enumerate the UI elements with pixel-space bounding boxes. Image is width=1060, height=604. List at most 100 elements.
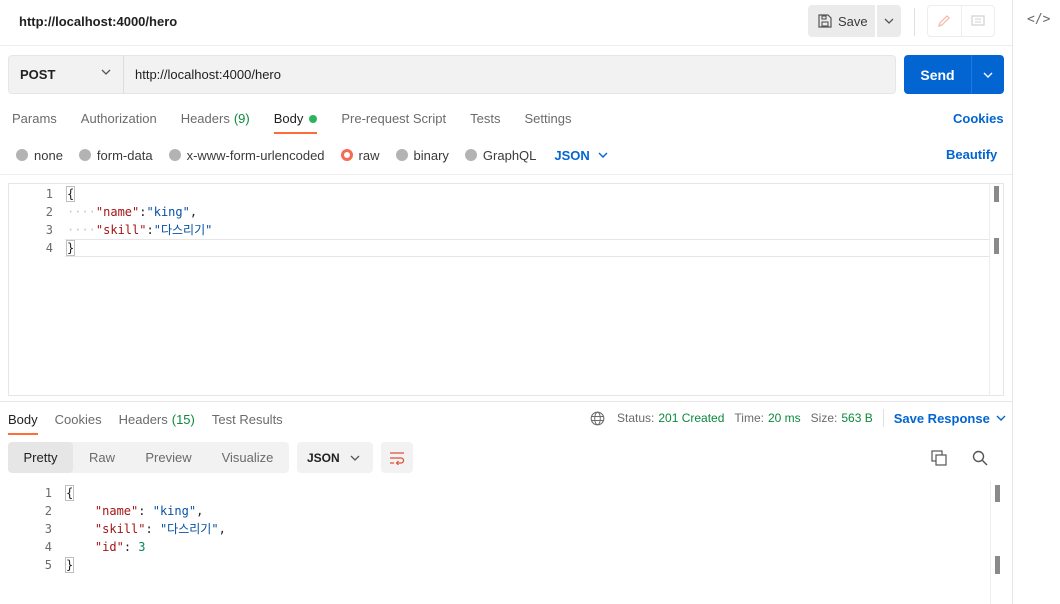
code-line: 1 { (9, 185, 1003, 203)
tab-label: Body (273, 111, 304, 126)
editor-scrollbar[interactable] (989, 184, 1003, 395)
json-value: "다스리기" (153, 223, 213, 237)
tab-headers[interactable]: Headers (9) (181, 108, 250, 134)
response-format-select[interactable]: JSON (297, 442, 373, 473)
scrollbar-thumb[interactable] (994, 186, 999, 202)
cookies-link[interactable]: Cookies (953, 111, 1004, 126)
response-tab-headers[interactable]: Headers (15) (119, 409, 195, 435)
response-scrollbar[interactable] (990, 481, 1004, 604)
radio-button-selected[interactable] (340, 149, 353, 161)
request-title-bar: http://localhost:4000/hero Save (0, 0, 1012, 46)
response-view-modes: Pretty Raw Preview Visualize (8, 442, 289, 473)
comments-button[interactable] (962, 6, 995, 36)
tab-label: Params (12, 111, 57, 126)
json-value: "king" (152, 504, 197, 518)
tab-settings[interactable]: Settings (524, 108, 571, 134)
json-key: "skill" (95, 223, 147, 237)
tab-label: Cookies (54, 412, 102, 427)
json-key: "id" (94, 540, 124, 554)
response-tab-body[interactable]: Body (8, 409, 38, 435)
line-number: 4 (44, 540, 52, 554)
code-snippet-icon[interactable]: </> (1027, 12, 1050, 30)
save-button[interactable]: Save (808, 5, 875, 37)
url-input[interactable] (123, 55, 896, 94)
line-number: 1 (45, 187, 53, 201)
tab-tests[interactable]: Tests (470, 108, 500, 134)
chevron-down-icon (598, 152, 608, 158)
body-type-graphql[interactable]: GraphQL (464, 147, 537, 163)
radio-button[interactable] (16, 149, 28, 161)
method-select[interactable]: POST (8, 55, 124, 94)
language-select[interactable]: JSON (554, 147, 608, 163)
response-tab-cookies[interactable]: Cookies (55, 409, 102, 435)
body-type-form-data[interactable]: form-data (78, 148, 153, 163)
body-type-options: none form-data x-www-form-urlencoded raw… (16, 146, 608, 164)
headers-count: (9) (233, 111, 250, 126)
json-key: "name" (94, 504, 139, 518)
radio-button[interactable] (78, 149, 91, 161)
time-label: Time: (734, 411, 764, 425)
code-line: 2 ····"name":"king", (9, 203, 1003, 221)
body-type-none[interactable]: none (16, 148, 63, 163)
response-status-bar: Status: 201 Created Time: 20 ms Size: 56… (590, 409, 1006, 427)
search-icon[interactable] (971, 449, 989, 467)
send-button[interactable]: Send (904, 55, 972, 94)
view-mode-pretty[interactable]: Pretty (8, 442, 73, 473)
response-tab-test-results[interactable]: Test Results (212, 409, 283, 435)
chevron-down-icon (996, 415, 1006, 421)
copy-icon[interactable] (930, 449, 948, 467)
request-title[interactable]: http://localhost:4000/hero (19, 14, 177, 29)
open-brace: { (65, 186, 76, 202)
edit-button[interactable] (928, 6, 962, 36)
globe-icon[interactable] (590, 411, 605, 426)
chevron-down-icon (101, 69, 111, 75)
code-line: 3 ····"skill":"다스리기" (9, 221, 1003, 239)
open-brace: { (64, 485, 75, 501)
scrollbar-thumb[interactable] (995, 485, 1000, 502)
tab-params[interactable]: Params (12, 108, 57, 134)
view-mode-raw[interactable]: Raw (73, 442, 131, 473)
radio-label: GraphQL (482, 147, 537, 163)
body-type-binary[interactable]: binary (395, 147, 449, 163)
tab-body[interactable]: Body (273, 108, 318, 134)
tab-label: Settings (524, 111, 572, 126)
radio-button[interactable] (168, 149, 181, 161)
save-options-button[interactable] (877, 5, 901, 37)
scrollbar-marker (995, 556, 1000, 574)
tab-authorization[interactable]: Authorization (81, 108, 157, 134)
save-response-button[interactable]: Save Response (894, 411, 1006, 426)
radio-label: binary (413, 147, 449, 163)
tab-pre-request-script[interactable]: Pre-request Script (341, 108, 446, 134)
code-line: 4 } (9, 239, 1003, 257)
json-value: "다스리기" (159, 522, 219, 536)
view-mode-preview[interactable]: Preview (131, 442, 206, 473)
tab-label: Authorization (80, 111, 157, 126)
send-options-button[interactable] (972, 55, 1004, 94)
radio-button[interactable] (464, 149, 477, 161)
language-label: JSON (554, 147, 590, 163)
beautify-button[interactable]: Beautify (946, 147, 997, 162)
radio-button[interactable] (395, 149, 408, 161)
tab-label: Tests (470, 111, 501, 126)
json-value: "king" (146, 205, 190, 219)
size-value[interactable]: 563 B (841, 411, 872, 425)
status-value[interactable]: 201 Created (658, 411, 724, 425)
json-key: "skill" (94, 522, 146, 536)
code-line: 3 "skill": "다스리기", (8, 520, 1004, 538)
request-body-editor[interactable]: 1 { 2 ····"name":"king", 3 ····"skill":"… (8, 183, 1004, 396)
tab-label: Test Results (211, 412, 283, 427)
close-brace: } (65, 240, 76, 256)
comment-icon (971, 14, 985, 26)
radio-label: x-www-form-urlencoded (186, 147, 325, 163)
pane-divider[interactable] (0, 401, 1012, 402)
tab-label: Headers (180, 111, 230, 126)
response-body-viewer[interactable]: 1 { 2 "name": "king", 3 "skill": "다스리기",… (8, 481, 1004, 604)
body-type-urlencoded[interactable]: x-www-form-urlencoded (168, 147, 325, 163)
wrap-lines-button[interactable] (381, 442, 413, 473)
tab-label: Body (8, 412, 38, 427)
body-type-raw[interactable]: raw (340, 148, 380, 163)
request-workspace: http://localhost:4000/hero Save POST Sen… (0, 0, 1012, 604)
time-value[interactable]: 20 ms (768, 411, 801, 425)
view-mode-visualize[interactable]: Visualize (206, 442, 289, 473)
chevron-down-icon (884, 18, 894, 24)
